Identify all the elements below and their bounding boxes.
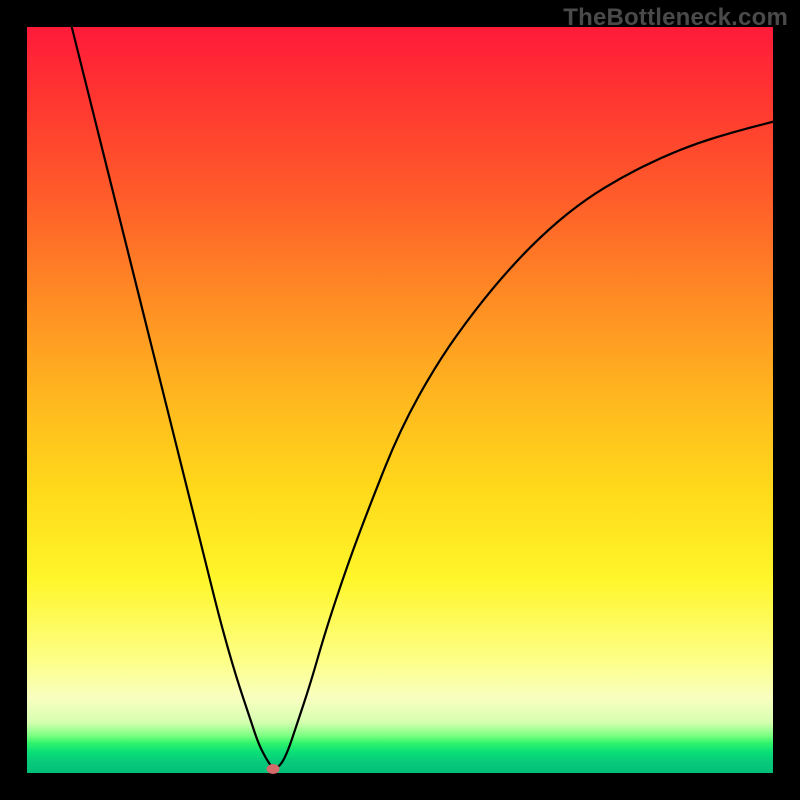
chart-frame: TheBottleneck.com — [0, 0, 800, 800]
bottleneck-curve — [72, 27, 773, 768]
minimum-marker — [267, 764, 280, 774]
plot-area — [27, 27, 773, 773]
curve-svg — [27, 27, 773, 773]
